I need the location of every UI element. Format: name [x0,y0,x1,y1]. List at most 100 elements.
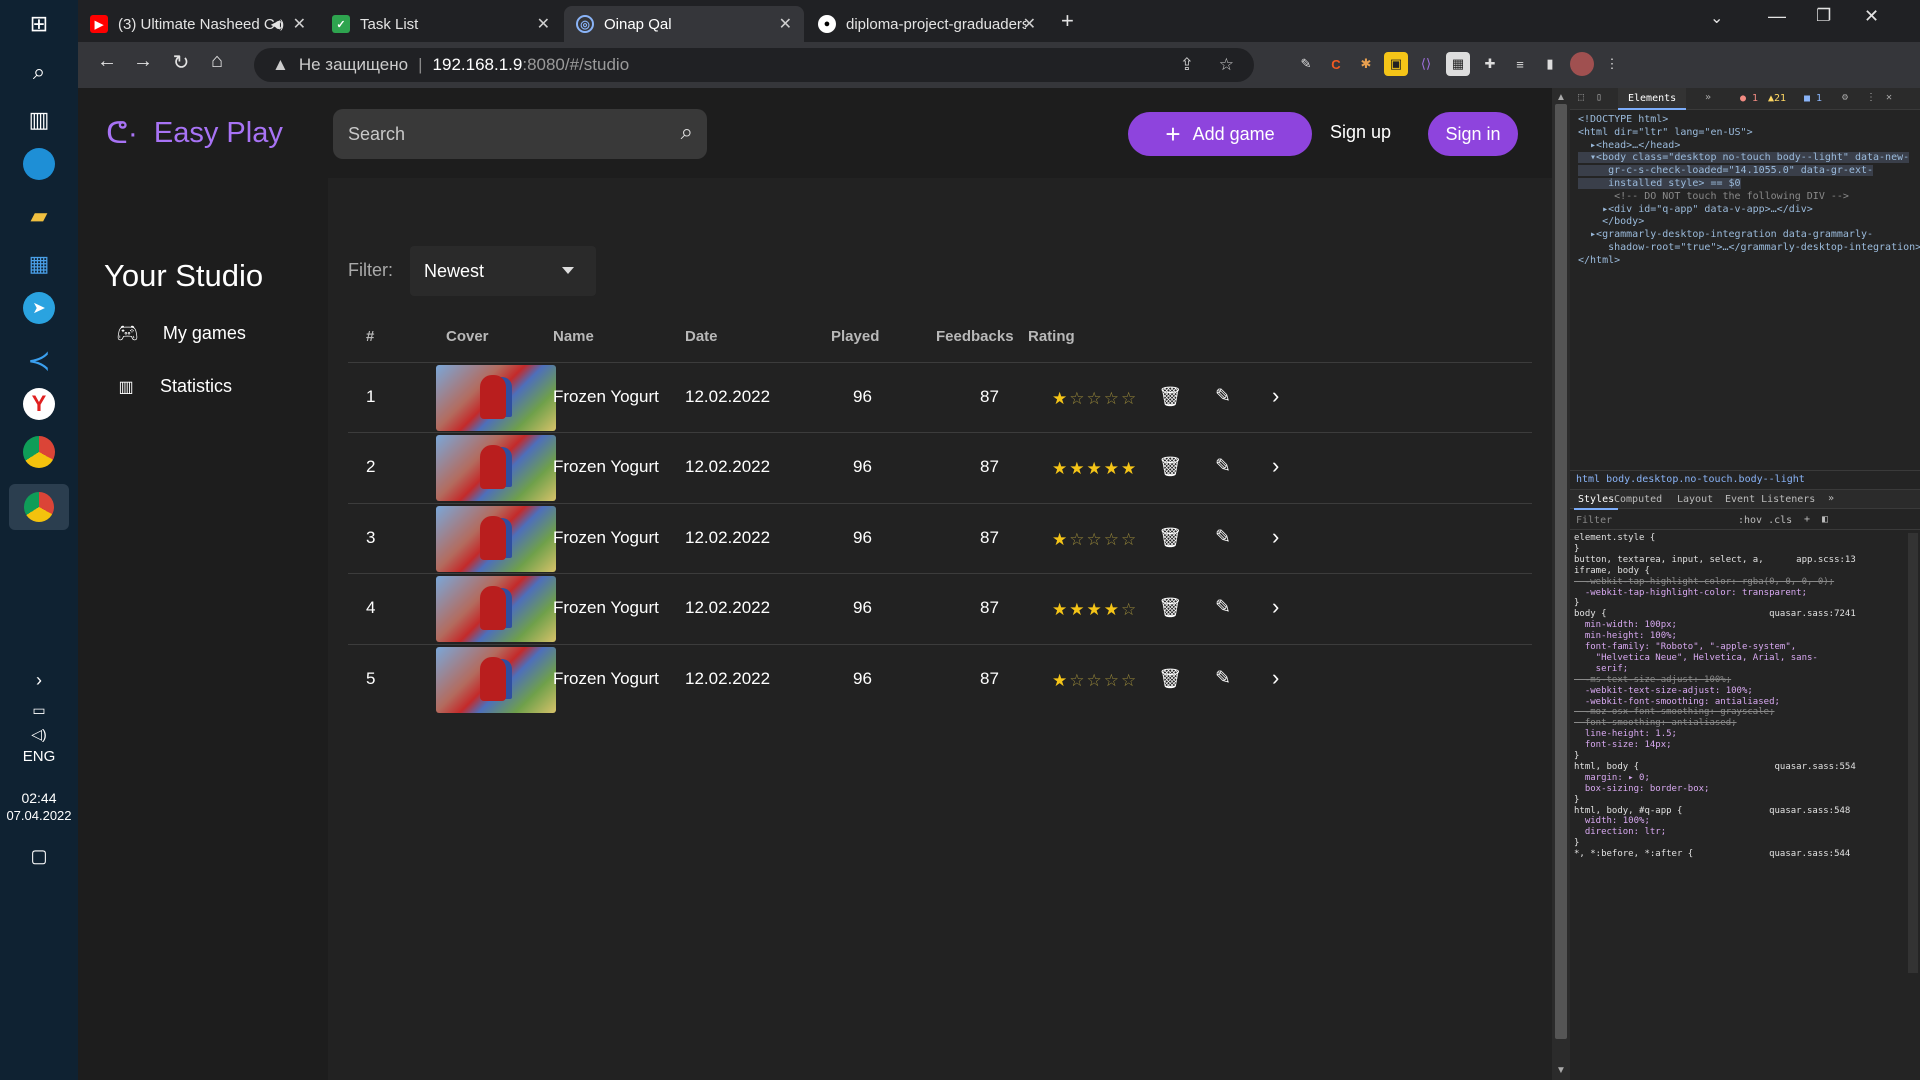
devtools-menu-icon[interactable]: ⋮ [1866,92,1876,103]
chevron-right-icon[interactable]: › [1272,594,1279,620]
dom-node-line[interactable]: ▸<div id="q-app" data-v-app>…</div> [1578,204,1813,215]
sign-up-button[interactable]: Sign up [1330,122,1391,143]
star-empty-icon[interactable]: ☆ [1087,389,1104,408]
css-rule-line[interactable]: *, *:before, *:after { quasar.sass:544 [1574,849,1850,859]
css-rule-line[interactable]: iframe, body { [1574,566,1650,576]
dom-node-line[interactable]: ▸<head>…</head> [1578,140,1680,151]
forward-icon[interactable]: → [128,50,158,73]
address-bar[interactable]: ▲ Не защищено | 192.168.1.9 :8080/#/stud… [254,48,1254,82]
star-filled-icon[interactable]: ★ [1069,600,1086,619]
home-icon[interactable]: ⌂ [202,50,232,73]
notifications-icon[interactable]: ▢ [19,836,59,876]
filter-select[interactable]: Newest [410,246,596,296]
css-rule-line[interactable]: margin: ▸ 0; [1574,773,1650,783]
css-rule-line[interactable]: button, textarea, input, select, a, app.… [1574,555,1856,565]
dom-node-line[interactable]: <!-- DO NOT touch the following DIV --> [1578,191,1849,202]
more-tabs-icon[interactable]: » [1828,493,1834,504]
star-filled-icon[interactable]: ★ [1087,600,1104,619]
tab-youtube[interactable]: ▶ (3) Ultimate Nasheed Collect ◀) ✕ [78,6,318,42]
close-icon[interactable]: ✕ [537,14,550,34]
search-icon[interactable]: ⌕ [19,52,59,92]
message-count[interactable]: ■ 1 [1804,93,1822,104]
star-filled-icon[interactable]: ★ [1052,530,1069,549]
search-icon[interactable]: ⌕ [681,119,693,145]
chevron-right-icon[interactable]: › [1272,665,1279,691]
dom-breadcrumb[interactable]: html body.desktop.no-touch.body--light [1570,470,1920,486]
windows-start-icon[interactable]: ⊞ [19,4,59,44]
tab-search-icon[interactable]: ⌄ [1710,8,1723,28]
css-rule-line[interactable]: } [1574,838,1579,848]
css-rule-line[interactable]: line-height: 1.5; [1574,729,1677,739]
css-rule-line[interactable]: width: 100%; [1574,816,1650,826]
css-rule-line[interactable]: -webkit-text-size-adjust: 100%; [1574,686,1753,696]
minimize-icon[interactable]: — [1768,6,1786,27]
tab-oinap-qal[interactable]: ◎ Oinap Qal ✕ [564,6,804,42]
telegram-icon[interactable]: ➤ [23,292,55,324]
extension-code-icon[interactable]: ⟨⟩ [1414,52,1438,76]
edit-icon[interactable]: ✎ [1215,667,1231,690]
styles-scrollbar[interactable] [1908,533,1918,973]
audio-icon[interactable]: ◀) [271,17,284,31]
star-empty-icon[interactable]: ☆ [1069,530,1086,549]
dom-node-line[interactable]: <html dir="ltr" lang="en-US"> [1578,127,1753,138]
edit-icon[interactable]: ✎ [1215,385,1231,408]
star-empty-icon[interactable]: ☆ [1121,671,1138,690]
hov-cls-toggles[interactable]: :hov .cls [1738,515,1792,526]
warning-count[interactable]: ▲21 [1768,93,1786,104]
bookmark-star-icon[interactable]: ☆ [1219,55,1234,75]
star-empty-icon[interactable]: ☆ [1104,671,1121,690]
sign-in-button[interactable]: Sign in [1428,112,1518,156]
add-rule-icon[interactable]: + [1804,514,1810,525]
sidebar-item-my-games[interactable]: 🎮︎ My games [116,323,246,344]
vscode-icon[interactable]: ≺ [19,340,59,380]
delete-icon[interactable]: 🗑︎ [1158,455,1182,479]
star-filled-icon[interactable]: ★ [1104,459,1121,478]
back-icon[interactable]: ← [92,50,122,73]
table-row[interactable]: 3 Frozen Yogurt 12.02.2022 96 87 ★☆☆☆☆ 🗑︎ ✎ › [348,502,1532,573]
table-row[interactable]: 5 Frozen Yogurt 12.02.2022 96 87 ★☆☆☆☆ 🗑︎ ✎ › [348,643,1532,714]
close-icon[interactable]: ✕ [1023,14,1036,34]
extension-grid-icon[interactable]: ▦ [1446,52,1470,76]
tab-styles[interactable]: Styles [1574,490,1619,510]
css-rule-line[interactable]: serif; [1574,664,1629,674]
dom-node-line[interactable]: installed style> == $0 [1578,178,1741,189]
star-filled-icon[interactable]: ★ [1052,459,1069,478]
clock-time[interactable]: 02:44 [0,790,78,806]
edit-icon[interactable]: ✎ [1215,455,1231,478]
chrome-icon[interactable] [23,436,55,468]
star-empty-icon[interactable]: ☆ [1104,389,1121,408]
dom-node-line[interactable]: ▸<grammarly-desktop-integration data-gra… [1578,229,1873,240]
task-view-icon[interactable]: ▥ [19,100,59,140]
media-icon[interactable]: ≡ [1508,52,1532,76]
star-empty-icon[interactable]: ☆ [1121,389,1138,408]
tab-task-list[interactable]: ✓ Task List ✕ [320,6,562,42]
css-rule-line[interactable]: html, body { quasar.sass:554 [1574,762,1856,772]
delete-icon[interactable]: 🗑︎ [1158,385,1182,409]
devtools-close-icon[interactable]: ✕ [1886,92,1892,103]
logo[interactable]: ᕦ· Easy Play [106,116,283,151]
page-scrollbar[interactable]: ▲ ▼ [1552,88,1570,1080]
extension-pen-icon[interactable]: ✎ [1294,52,1318,76]
error-count[interactable]: ● 1 [1740,93,1758,104]
window-close-icon[interactable]: ✕ [1864,6,1879,27]
dom-node-line[interactable]: </body> [1578,216,1644,227]
dom-node-line[interactable]: gr-c-s-check-loaded="14.1055.0" data-gr-… [1578,165,1874,177]
dom-node-line[interactable]: shadow-root="true">…</grammarly-desktop-… [1578,242,1920,253]
chevron-right-icon[interactable]: › [1272,453,1279,479]
table-row[interactable]: 4 Frozen Yogurt 12.02.2022 96 87 ★★★★☆ 🗑︎ ✎ › [348,573,1532,643]
edit-icon[interactable]: ✎ [1215,526,1231,549]
css-rule-line[interactable]: } [1574,544,1579,554]
star-filled-icon[interactable]: ★ [1052,600,1069,619]
delete-icon[interactable]: 🗑︎ [1158,667,1182,691]
css-rule-line[interactable]: "Helvetica Neue", Helvetica, Arial, sans… [1574,653,1818,663]
extension-c-icon[interactable]: C [1324,52,1348,76]
sidebar-item-statistics[interactable]: ▥ Statistics [116,376,232,397]
tab-layout[interactable]: Layout [1677,494,1713,505]
css-rule-line[interactable]: html, body, #q-app { quasar.sass:548 [1574,806,1850,816]
star-empty-icon[interactable]: ☆ [1121,600,1138,619]
tab-event-listeners[interactable]: Event Listeners [1725,494,1815,505]
css-rule-line[interactable]: -moz-osx-font-smoothing: grayscale; [1574,707,1775,717]
css-rule-line[interactable]: font-size: 14px; [1574,740,1672,750]
side-panel-icon[interactable]: ▮ [1538,52,1562,76]
device-toggle-icon[interactable]: ▯ [1596,92,1602,103]
